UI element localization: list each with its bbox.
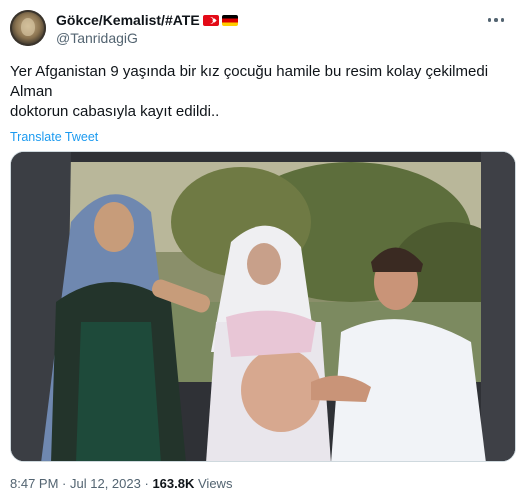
- author-handle[interactable]: @TanridagiG: [56, 30, 138, 46]
- tweet-meta: 8:47 PM · Jul 12, 2023 · 163.8K Views: [10, 476, 232, 491]
- photo-image: [11, 152, 515, 461]
- germany-flag-icon: [221, 14, 238, 26]
- tweet-text-line: Alman: [10, 83, 53, 100]
- tweet: Gökce/Kemalist/#ATE @TanridagiG Yer Afga…: [0, 0, 526, 496]
- meta-separator: ·: [144, 476, 149, 491]
- meta-separator: ·: [62, 476, 67, 491]
- turkey-flag-icon: [202, 14, 219, 26]
- more-options-icon[interactable]: [484, 12, 508, 28]
- tweet-date[interactable]: Jul 12, 2023: [70, 476, 141, 491]
- display-name[interactable]: Gökce/Kemalist/#ATE: [56, 12, 200, 28]
- author-name-row[interactable]: Gökce/Kemalist/#ATE: [56, 11, 238, 29]
- translate-tweet-link[interactable]: Translate Tweet: [10, 130, 98, 144]
- avatar[interactable]: [10, 10, 46, 46]
- views-count[interactable]: 163.8K: [152, 476, 194, 491]
- views-label: Views: [198, 476, 233, 491]
- tweet-photo[interactable]: [10, 151, 516, 462]
- tweet-text-line: doktorun cabasıyla kayıt edildi..: [10, 103, 220, 120]
- tweet-text-line: Yer Afganistan 9 yaşında bir kız çocuğu …: [10, 63, 489, 80]
- tweet-text: Yer Afganistan 9 yaşında bir kız çocuğu …: [10, 62, 510, 122]
- tweet-time[interactable]: 8:47 PM: [10, 476, 58, 491]
